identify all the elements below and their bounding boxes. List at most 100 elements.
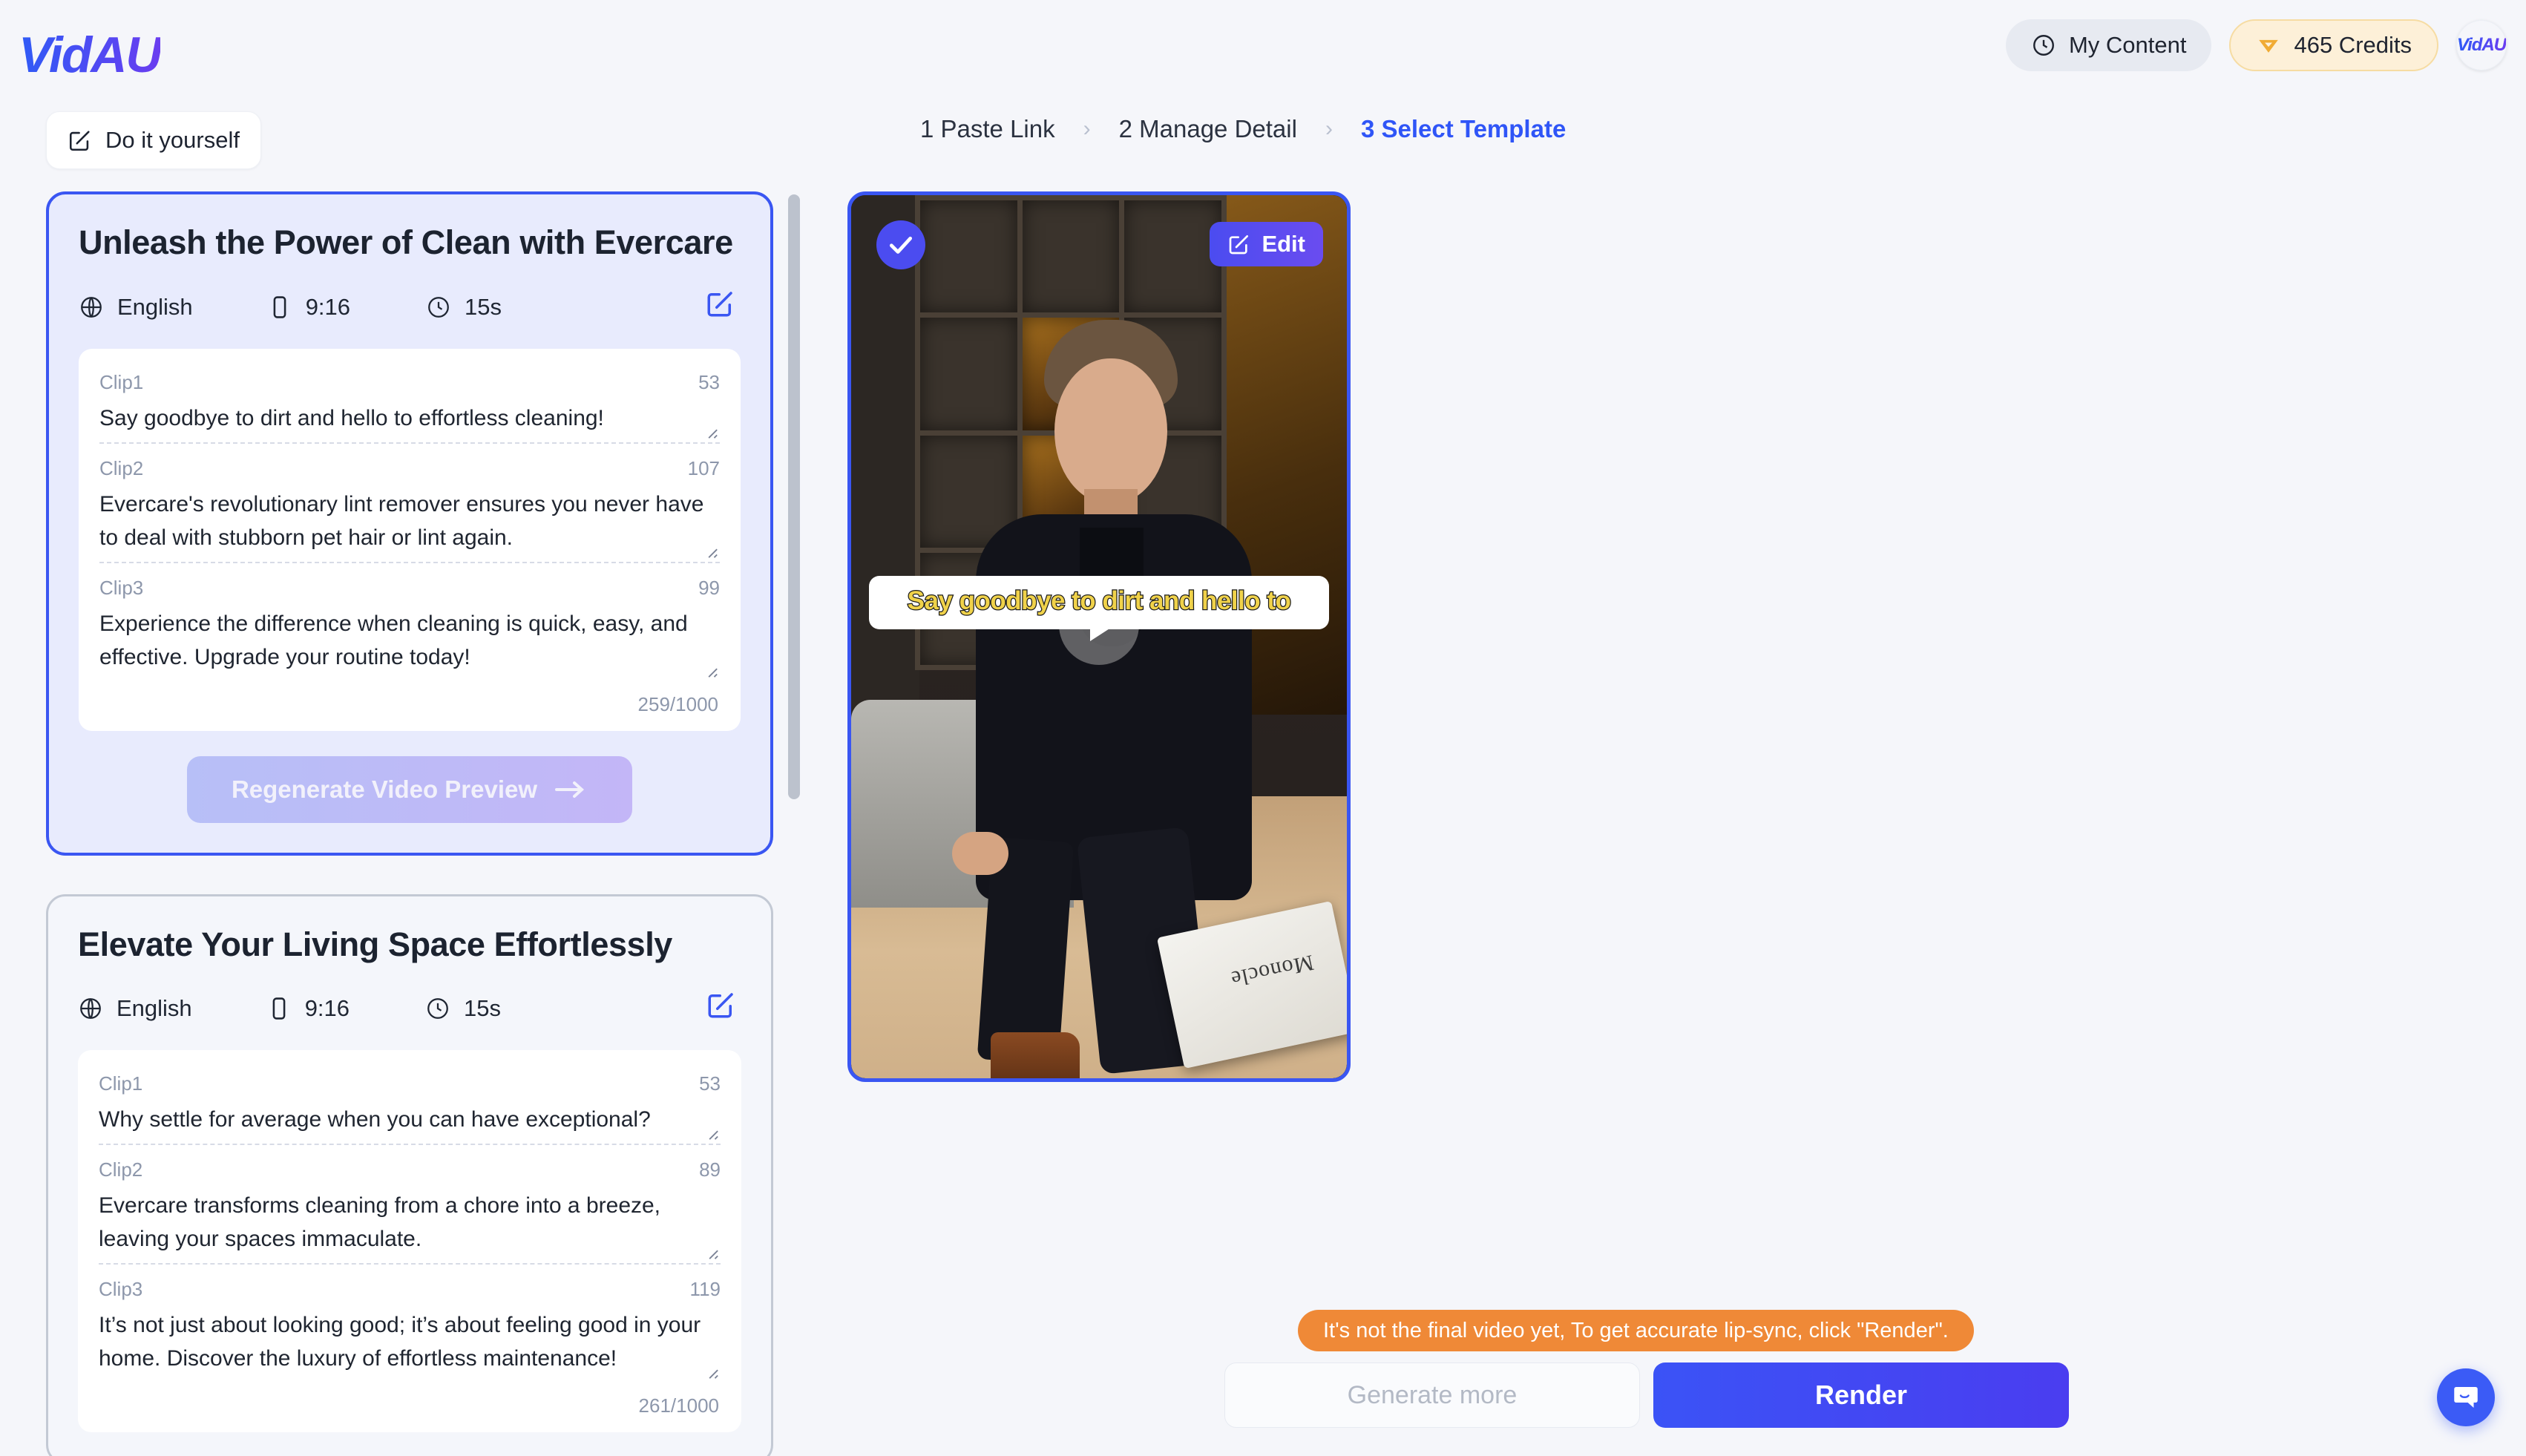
clip-text[interactable]: Evercare's revolutionary lint remover en…	[99, 488, 720, 554]
meta-language: English	[79, 294, 193, 321]
clip-text[interactable]: Evercare transforms cleaning from a chor…	[99, 1189, 721, 1256]
globe-icon	[78, 996, 103, 1021]
clip-item[interactable]: Clip1 53 Why settle for average when you…	[99, 1059, 721, 1144]
phone-icon	[266, 996, 292, 1021]
globe-icon	[79, 295, 104, 320]
video-edit-label: Edit	[1262, 231, 1305, 257]
clip-label: Clip3	[99, 576, 144, 599]
shelf-cell	[920, 200, 1017, 313]
do-it-yourself-button[interactable]: Do it yourself	[46, 111, 261, 169]
clip-label: Clip2	[99, 1158, 143, 1181]
header-actions: My Content 465 Credits VidAU	[2005, 19, 2507, 71]
breadcrumb-step-paste-link[interactable]: 1 Paste Link	[920, 115, 1055, 143]
clip-list: Clip1 53 Say goodbye to dirt and hello t…	[79, 348, 741, 731]
render-button[interactable]: Render	[1653, 1362, 2069, 1428]
clip-item[interactable]: Clip3 119 It’s not just about looking go…	[99, 1263, 721, 1383]
clip-label: Clip3	[99, 1278, 143, 1301]
clip-char-count: 53	[699, 1072, 721, 1095]
clip-char-count: 107	[687, 456, 720, 479]
presenter-shoe	[991, 1032, 1080, 1078]
scrollbar-thumb[interactable]	[788, 194, 800, 799]
my-content-button[interactable]: My Content	[2005, 19, 2212, 71]
video-subtitle: Say goodbye to dirt and hello to	[869, 576, 1329, 630]
render-notice-banner: It's not the final video yet, To get acc…	[1298, 1310, 1974, 1351]
diamond-icon	[2256, 33, 2281, 58]
clip-item[interactable]: Clip1 53 Say goodbye to dirt and hello t…	[99, 358, 720, 442]
clip-label: Clip1	[99, 1072, 143, 1095]
phone-icon	[267, 295, 292, 320]
resize-handle-icon[interactable]	[702, 423, 718, 439]
clip-char-count: 53	[698, 370, 720, 393]
clip-header: Clip2 107	[99, 457, 720, 480]
template-card-selected[interactable]: Unleash the Power of Clean with Evercare…	[46, 191, 773, 856]
clip-header: Clip1 53	[99, 371, 720, 394]
template-list[interactable]: Unleash the Power of Clean with Evercare…	[46, 191, 773, 1456]
generate-more-button[interactable]: Generate more	[1224, 1362, 1640, 1428]
meta-ratio: 9:16	[266, 995, 350, 1022]
avatar[interactable]: VidAU	[2456, 20, 2507, 70]
video-canvas[interactable]: Monocle Edit Say goodbye to dirt and hel…	[851, 195, 1347, 1078]
meta-language-label: English	[117, 995, 192, 1022]
total-char-counter: 261/1000	[638, 1394, 719, 1417]
meta-language: English	[78, 995, 192, 1022]
breadcrumb-step-select-template[interactable]: 3 Select Template	[1361, 115, 1566, 143]
page-title: Unleash the Power of Clean with Evercare	[79, 223, 733, 261]
video-preview[interactable]: Monocle Edit Say goodbye to dirt and hel…	[847, 191, 1351, 1082]
clip-item[interactable]: Clip2 107 Evercare's revolutionary lint …	[99, 442, 720, 562]
app-root: VidAU My Content 465 Credits VidAU Do it…	[0, 0, 2526, 1456]
brand-logo[interactable]: VidAU	[19, 26, 162, 84]
meta-duration: 15s	[426, 294, 502, 321]
video-edit-button[interactable]: Edit	[1210, 222, 1323, 266]
resize-handle-icon[interactable]	[703, 1363, 719, 1380]
meta-language-label: English	[117, 293, 193, 320]
chat-bubble-icon	[2450, 1382, 2481, 1413]
clip-text[interactable]: It’s not just about looking good; it’s a…	[99, 1308, 721, 1375]
scene-dark-panel	[851, 195, 919, 759]
meta-ratio-label: 9:16	[304, 995, 350, 1022]
presenter-hand	[952, 832, 1008, 875]
render-notice-text: It's not the final video yet, To get acc…	[1323, 1318, 1949, 1342]
edit-square-icon	[1227, 232, 1251, 256]
selected-check-badge[interactable]	[876, 220, 925, 269]
template-card[interactable]: Elevate Your Living Space Effortlessly E…	[46, 893, 773, 1456]
clip-text[interactable]: Experience the difference when cleaning …	[99, 607, 720, 674]
clip-label: Clip2	[99, 456, 144, 479]
credits-button[interactable]: 465 Credits	[2229, 19, 2438, 71]
chevron-right-icon: ›	[1325, 117, 1333, 141]
clip-item[interactable]: Clip3 99 Experience the difference when …	[99, 561, 720, 681]
clip-text[interactable]: Why settle for average when you can have…	[99, 1103, 721, 1136]
credits-label: 465 Credits	[2294, 32, 2412, 58]
template-meta: English 9:16 15s	[78, 988, 741, 1029]
edit-square-icon[interactable]	[706, 989, 737, 1020]
template-meta: English 9:16 15s	[79, 286, 741, 328]
video-subtitle-text: Say goodbye to dirt and hello to	[906, 586, 1292, 617]
resize-handle-icon[interactable]	[702, 662, 718, 678]
meta-duration-label: 15s	[465, 293, 502, 320]
clip-text[interactable]: Say goodbye to dirt and hello to effortl…	[99, 401, 720, 435]
clip-label: Clip1	[99, 370, 144, 393]
scene-book-title: Monocle	[1228, 950, 1316, 991]
resize-handle-icon[interactable]	[703, 1124, 719, 1141]
clip-char-count: 99	[698, 576, 720, 599]
resize-handle-icon[interactable]	[702, 542, 718, 559]
render-label: Render	[1814, 1380, 1908, 1410]
clip-header: Clip3 119	[99, 1278, 721, 1301]
meta-duration: 15s	[425, 995, 501, 1022]
generate-more-label: Generate more	[1347, 1380, 1518, 1409]
breadcrumb-step-manage-detail[interactable]: 2 Manage Detail	[1119, 115, 1297, 143]
edit-square-icon[interactable]	[705, 288, 736, 319]
resize-handle-icon[interactable]	[703, 1244, 719, 1260]
clip-item[interactable]: Clip2 89 Evercare transforms cleaning fr…	[99, 1144, 721, 1263]
meta-ratio: 9:16	[267, 294, 350, 321]
regenerate-video-preview-button[interactable]: Regenerate Video Preview	[187, 755, 632, 823]
shelf-cell	[1022, 200, 1120, 313]
clip-list: Clip1 53 Why settle for average when you…	[78, 1050, 741, 1433]
clock-icon	[2031, 33, 2056, 58]
avatar-label: VidAU	[2456, 35, 2507, 55]
clip-char-count: 119	[689, 1278, 721, 1301]
do-it-yourself-label: Do it yourself	[105, 127, 240, 153]
total-char-counter: 259/1000	[637, 692, 718, 715]
meta-ratio-label: 9:16	[305, 293, 351, 320]
chat-support-button[interactable]	[2437, 1368, 2495, 1426]
my-content-label: My Content	[2068, 32, 2187, 58]
